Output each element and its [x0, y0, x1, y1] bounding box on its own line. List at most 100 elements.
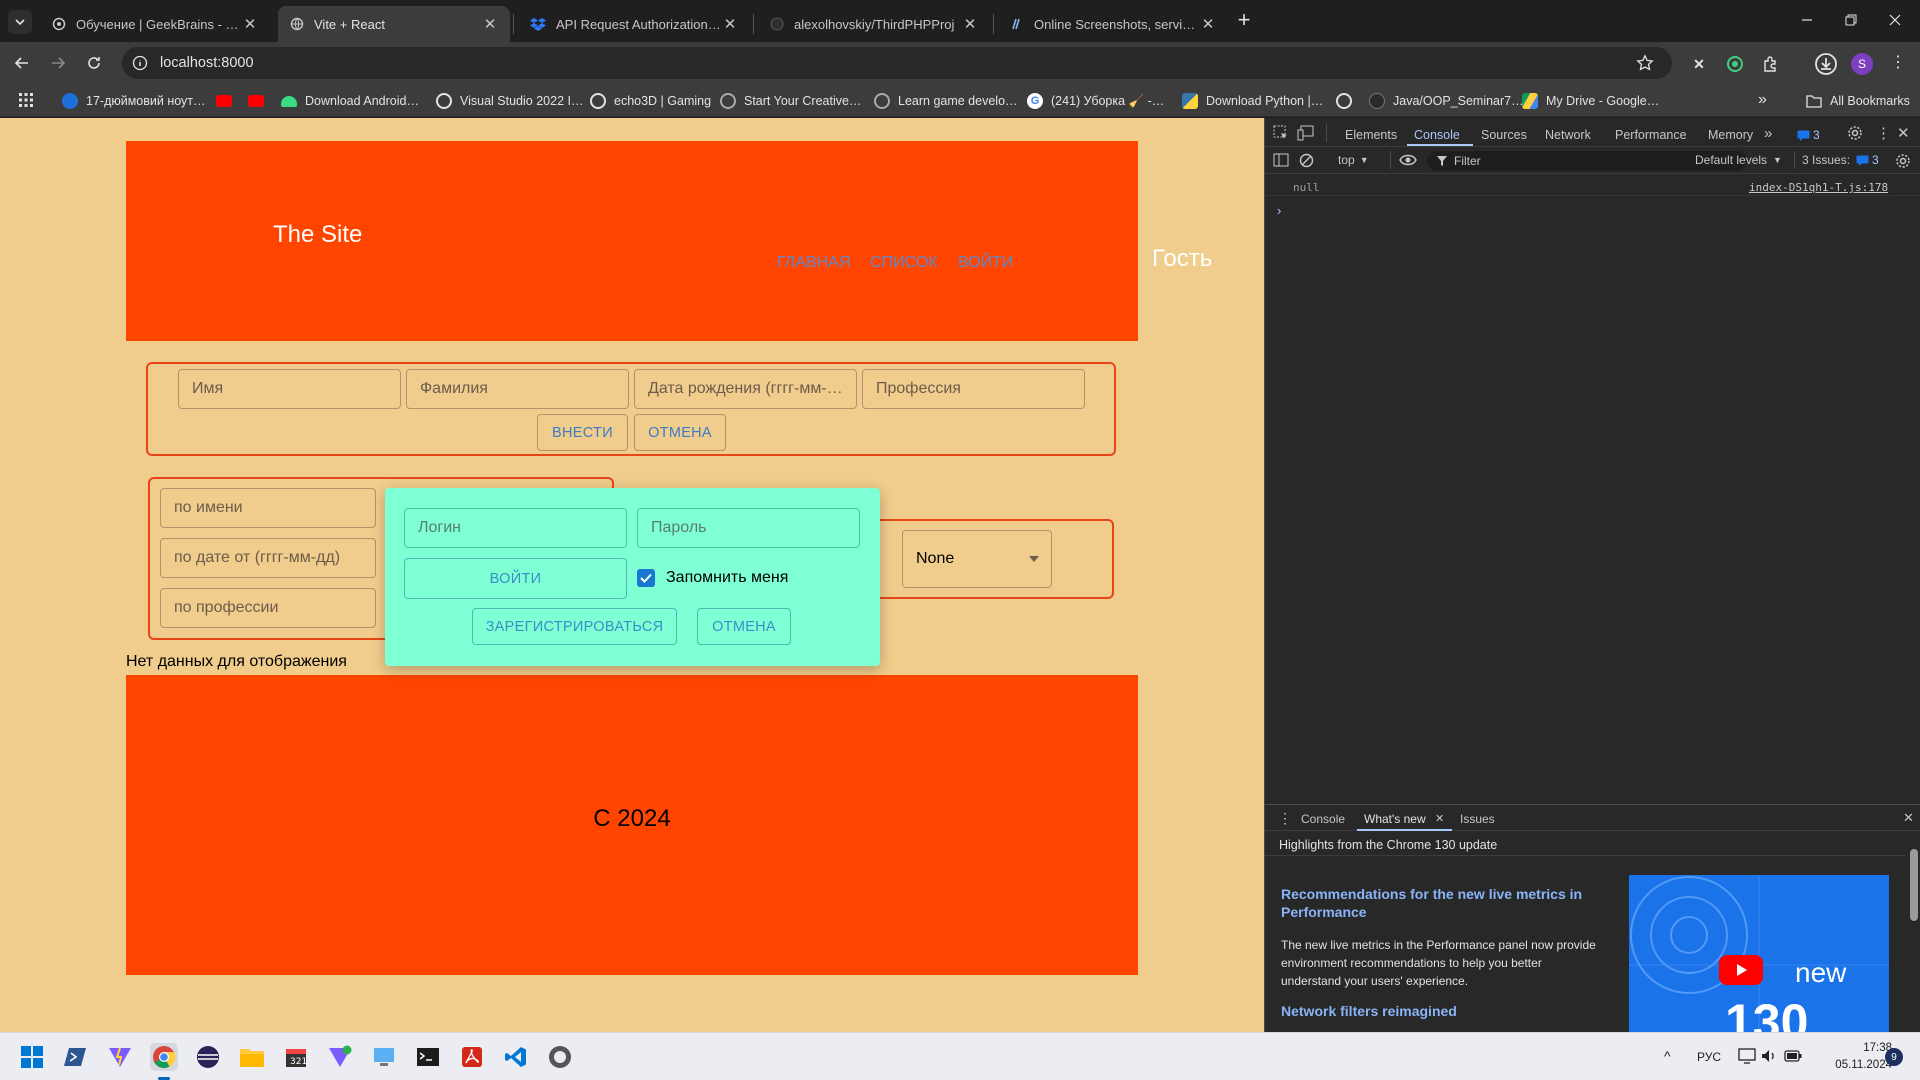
back-button[interactable]: [10, 51, 34, 75]
network-icon[interactable]: [1738, 1048, 1756, 1064]
window-close-button[interactable]: [1880, 8, 1910, 32]
star-icon[interactable]: [1636, 54, 1654, 72]
volume-icon[interactable]: [1760, 1048, 1778, 1064]
bookmark-item[interactable]: G (241) Уборка 🧹 -…: [1027, 92, 1164, 110]
notification-badge[interactable]: 9: [1885, 1048, 1903, 1066]
chevron-up-icon[interactable]: ^: [1664, 1048, 1671, 1064]
close-icon[interactable]: ✕: [1435, 812, 1444, 825]
filter-profession-input[interactable]: по профессии: [160, 588, 376, 628]
gear-icon[interactable]: [1895, 153, 1911, 169]
issues-counter[interactable]: 3 Issues: 3: [1802, 153, 1879, 167]
devtools-tab-console[interactable]: Console: [1414, 128, 1460, 142]
login-button[interactable]: ВОЙТИ: [404, 558, 627, 599]
devtools-tab-memory[interactable]: Memory: [1708, 128, 1753, 142]
battery-icon[interactable]: [1784, 1049, 1802, 1063]
nav-link-login[interactable]: ВОЙТИ: [958, 254, 1013, 272]
bookmark-item[interactable]: Start Your Creative…: [720, 92, 861, 110]
close-icon[interactable]: ✕: [1903, 810, 1914, 826]
filter-date-input[interactable]: по дате от (гггг-мм-дд): [160, 538, 376, 578]
drawer-tab-console[interactable]: Console: [1301, 812, 1345, 826]
article-title-link[interactable]: Network filters reimagined: [1281, 1003, 1599, 1019]
modal-cancel-button[interactable]: ОТМЕНА: [697, 608, 791, 645]
site-info-icon[interactable]: [132, 55, 148, 71]
issues-badge[interactable]: 3: [1797, 128, 1820, 142]
extensions-puzzle-icon[interactable]: [1762, 55, 1780, 73]
article-title-link[interactable]: Recommendations for the new live metrics…: [1281, 885, 1599, 921]
drawer-scrollbar[interactable]: [1907, 833, 1920, 1033]
devtools-tab-performance[interactable]: Performance: [1615, 128, 1687, 142]
video-thumbnail[interactable]: new 130: [1629, 875, 1889, 1033]
drawer-tab-whats-new[interactable]: What's new: [1364, 812, 1426, 826]
login-input[interactable]: Логин: [404, 508, 627, 548]
taskbar-app[interactable]: [62, 1043, 90, 1071]
gear-icon[interactable]: [1847, 125, 1863, 141]
play-icon[interactable]: [1719, 955, 1763, 985]
devtools-tab-sources[interactable]: Sources: [1481, 128, 1527, 142]
console-prompt-icon[interactable]: ›: [1277, 203, 1281, 218]
taskbar-app[interactable]: [546, 1043, 574, 1071]
restore-button[interactable]: [1836, 8, 1866, 32]
bookmark-item[interactable]: Learn game develo…: [874, 92, 1018, 110]
submit-button[interactable]: ВНЕСТИ: [537, 414, 628, 451]
tab-screenshots[interactable]: Online Screenshots, service for… ✕: [998, 6, 1228, 42]
bookmark-item[interactable]: Download Android…: [281, 92, 419, 110]
profile-avatar[interactable]: S: [1851, 53, 1873, 75]
last-name-input[interactable]: Фамилия: [406, 369, 629, 409]
devtools-tab-network[interactable]: Network: [1545, 128, 1591, 142]
remember-me-checkbox[interactable]: Запомнить меня: [637, 569, 788, 587]
tab-github[interactable]: alexolhovskiy/ThirdPHPProj ✕: [758, 6, 990, 42]
console-source-link[interactable]: index-DS1qh1-T.js:178: [1749, 181, 1888, 194]
url-text[interactable]: localhost:8000: [160, 55, 254, 71]
extension-x-icon[interactable]: ✕: [1688, 53, 1710, 75]
profession-input[interactable]: Профессия: [862, 369, 1085, 409]
more-tabs-icon[interactable]: »: [1764, 125, 1772, 142]
device-toolbar-icon[interactable]: [1297, 125, 1315, 141]
tab-dropbox[interactable]: API Request Authorization - Dr… ✕: [518, 6, 750, 42]
all-bookmarks-button[interactable]: All Bookmarks: [1806, 92, 1910, 110]
scrollbar-thumb[interactable]: [1910, 849, 1918, 921]
taskbar-app[interactable]: [502, 1043, 530, 1071]
minimize-button[interactable]: [1792, 8, 1822, 32]
language-indicator[interactable]: РУС: [1697, 1050, 1721, 1064]
bookmark-item[interactable]: [216, 92, 240, 110]
clear-console-icon[interactable]: [1299, 153, 1314, 168]
devtools-menu-icon[interactable]: ⋮: [1876, 124, 1891, 142]
bookmark-item[interactable]: Visual Studio 2022 I…: [436, 92, 583, 110]
bookmark-item[interactable]: My Drive - Google…: [1522, 92, 1659, 110]
taskbar-app[interactable]: [414, 1043, 442, 1071]
taskbar-app-chrome[interactable]: [150, 1043, 178, 1071]
drawer-menu-icon[interactable]: ⋮: [1278, 810, 1292, 827]
taskbar-app[interactable]: [458, 1043, 486, 1071]
taskbar-app[interactable]: [326, 1043, 354, 1071]
cancel-button[interactable]: ОТМЕНА: [634, 414, 726, 451]
eye-icon[interactable]: [1399, 153, 1417, 167]
close-icon[interactable]: ✕: [722, 15, 738, 33]
download-icon[interactable]: [1814, 52, 1838, 76]
reload-button[interactable]: [82, 51, 106, 75]
log-levels-dropdown[interactable]: Default levels ▼: [1695, 153, 1782, 167]
birth-date-input[interactable]: Дата рождения (гггг-мм-…: [634, 369, 857, 409]
tab-vite-react[interactable]: Vite + React ✕: [278, 6, 510, 42]
close-icon[interactable]: ✕: [962, 15, 978, 33]
taskbar-app[interactable]: [106, 1043, 134, 1071]
taskbar-app[interactable]: [238, 1043, 266, 1071]
taskbar-app[interactable]: [370, 1043, 398, 1071]
tab-search-button[interactable]: [8, 10, 32, 34]
filter-name-input[interactable]: по имени: [160, 488, 376, 528]
bookmark-item[interactable]: 17-дюймовий ноут…: [62, 92, 206, 110]
bookmark-item[interactable]: echo3D | Gaming: [590, 92, 711, 110]
close-icon[interactable]: ✕: [242, 15, 258, 33]
inspect-element-icon[interactable]: [1273, 125, 1289, 141]
start-button[interactable]: [18, 1043, 46, 1071]
bookmark-item[interactable]: [248, 92, 272, 110]
nav-link-home[interactable]: ГЛАВНАЯ: [777, 254, 850, 272]
chevron-double-right-icon[interactable]: »: [1758, 92, 1767, 108]
register-button[interactable]: ЗАРЕГИСТРИРОВАТЬСЯ: [472, 608, 677, 645]
taskbar-app[interactable]: [194, 1043, 222, 1071]
taskbar-app[interactable]: 321: [282, 1043, 310, 1071]
forward-button[interactable]: [46, 51, 70, 75]
apps-grid-icon[interactable]: [18, 92, 34, 108]
new-tab-button[interactable]: +: [1232, 7, 1256, 32]
bookmark-item[interactable]: [1336, 92, 1360, 110]
first-name-input[interactable]: Имя: [178, 369, 401, 409]
